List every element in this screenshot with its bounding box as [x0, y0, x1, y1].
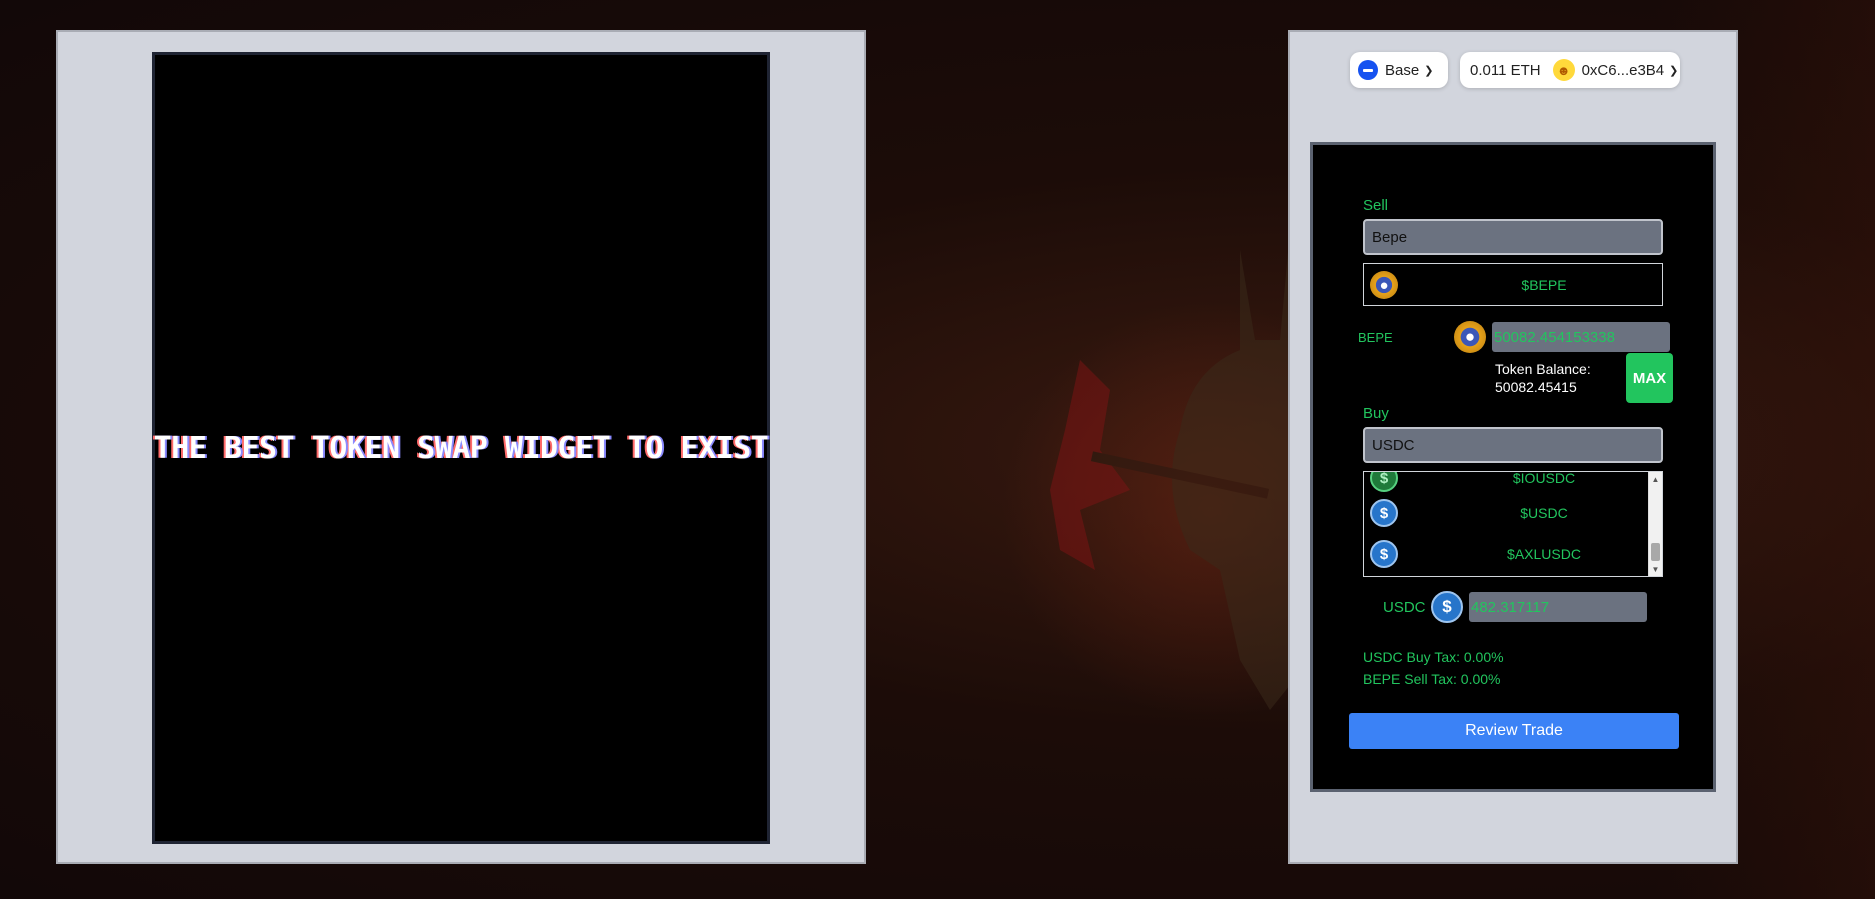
network-label: Base — [1385, 61, 1420, 79]
usdc-token-icon: $ — [1370, 499, 1398, 527]
sell-amount-input[interactable] — [1492, 322, 1670, 352]
network-selector[interactable]: Base ❯ — [1350, 52, 1448, 88]
buy-amount-input[interactable] — [1469, 592, 1647, 622]
promo-video[interactable]: THE BEST TOKEN SWAP WIDGET TO EXIST — [152, 52, 770, 844]
bepe-token-icon: ● — [1370, 271, 1398, 299]
token-result-axlusdc[interactable]: $ $AXLUSDC — [1364, 534, 1648, 574]
wallet-button[interactable]: 0.011 ETH ☻ 0xC6...e3B4 ❯ — [1460, 52, 1680, 88]
buy-token-results: $ $IOUSDC $ $USDC $ $AXLUSDC ▲ ▼ — [1363, 471, 1663, 577]
token-result-symbol: $USDC — [1520, 505, 1568, 521]
buy-label: Buy — [1363, 405, 1389, 422]
sell-token-search-input[interactable] — [1363, 219, 1663, 255]
sell-token-results: ● $BEPE — [1363, 263, 1663, 306]
review-trade-button[interactable]: Review Trade — [1349, 713, 1679, 749]
max-button[interactable]: MAX — [1626, 353, 1673, 403]
swap-widget: Sell ● $BEPE BEPE ● Token Balance: 50082… — [1310, 142, 1716, 792]
sell-token-symbol: BEPE — [1358, 329, 1393, 345]
usdc-token-icon: $ — [1431, 591, 1463, 623]
buy-amount-row: USDC $ — [1383, 591, 1647, 623]
token-balance-value: 50082.45415 — [1495, 379, 1577, 395]
swap-panel: Base ❯ 0.011 ETH ☻ 0xC6...e3B4 ❯ Sell ● … — [1288, 30, 1738, 864]
buy-token-search-input[interactable] — [1363, 427, 1663, 463]
scroll-up-arrow-icon[interactable]: ▲ — [1649, 472, 1662, 486]
wallet-address: 0xC6...e3B4 — [1581, 61, 1665, 79]
wallet-avatar-icon: ☻ — [1552, 59, 1575, 81]
base-network-icon — [1358, 60, 1378, 80]
token-result-usdc[interactable]: $ $USDC — [1364, 493, 1648, 533]
buy-tax-text: USDC Buy Tax: 0.00% — [1363, 649, 1504, 665]
token-balance: Token Balance: 50082.45415 — [1495, 360, 1591, 396]
axlusdc-token-icon: $ — [1370, 540, 1398, 568]
scroll-thumb[interactable] — [1651, 543, 1660, 561]
scroll-down-arrow-icon[interactable]: ▼ — [1649, 562, 1662, 576]
promo-tagline: THE BEST TOKEN SWAP WIDGET TO EXIST — [153, 430, 769, 466]
promo-panel: THE BEST TOKEN SWAP WIDGET TO EXIST — [56, 30, 866, 864]
sell-tax-text: BEPE Sell Tax: 0.00% — [1363, 671, 1501, 687]
token-result-symbol: $AXLUSDC — [1507, 546, 1581, 562]
token-result-symbol: $BEPE — [1521, 277, 1567, 293]
token-result-bepe[interactable]: ● $BEPE — [1364, 265, 1648, 305]
token-result-symbol: $IOUSDC — [1512, 471, 1576, 486]
chevron-down-icon: ❯ — [1669, 64, 1679, 77]
sell-label: Sell — [1363, 197, 1389, 214]
results-scrollbar[interactable]: ▲ ▼ — [1648, 472, 1662, 576]
bepe-token-icon: ● — [1454, 321, 1486, 353]
iousdc-token-icon: $ — [1370, 472, 1398, 492]
buy-token-symbol: USDC — [1383, 598, 1426, 616]
chevron-down-icon: ❯ — [1424, 64, 1434, 77]
wallet-balance: 0.011 ETH — [1470, 61, 1541, 79]
sell-amount-row: BEPE ● — [1358, 321, 1670, 353]
token-balance-label: Token Balance: — [1495, 361, 1591, 377]
